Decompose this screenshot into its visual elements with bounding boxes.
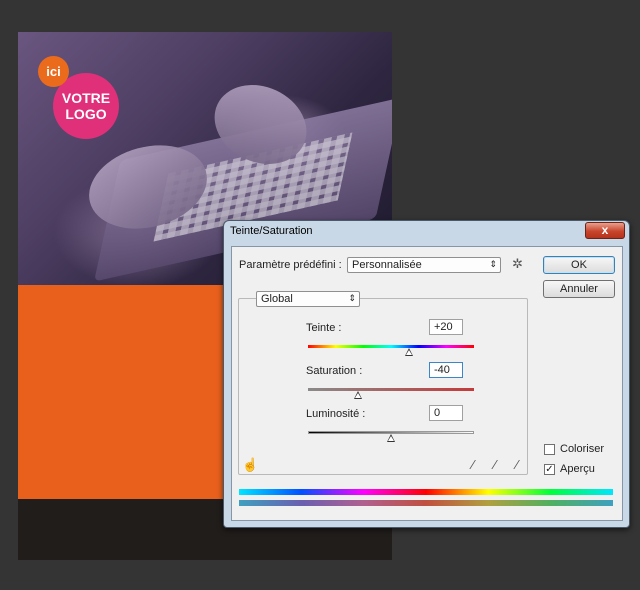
close-button[interactable]: x: [585, 222, 625, 239]
input-spectrum-bar: [239, 489, 613, 495]
hue-label: Teinte :: [306, 322, 342, 334]
preset-select[interactable]: Personnalisée ⇕: [347, 257, 501, 273]
preset-value: Personnalisée: [352, 259, 422, 271]
hue-input[interactable]: +20: [429, 319, 463, 335]
adjustment-group: [238, 298, 528, 475]
select-arrow-icon: ⇕: [348, 293, 356, 303]
eyedropper-plus-icon[interactable]: ⁄: [494, 458, 496, 472]
saturation-label: Saturation :: [306, 365, 363, 377]
hue-slider-track[interactable]: [308, 345, 474, 348]
eyedropper-icon[interactable]: ⁄: [472, 458, 474, 472]
colorize-label: Coloriser: [560, 443, 605, 455]
channel-value: Global: [261, 293, 293, 305]
lightness-label: Luminosité :: [306, 408, 366, 420]
hue-saturation-dialog: Teinte/Saturation x Paramètre prédéfini …: [223, 220, 630, 528]
hue-slider-thumb[interactable]: [405, 348, 414, 356]
logo-line-1: VOTRE: [61, 90, 111, 106]
lightness-input[interactable]: 0: [429, 405, 463, 421]
ok-button[interactable]: OK: [543, 256, 615, 274]
channel-select[interactable]: Global ⇕: [256, 291, 360, 307]
colorize-checkbox[interactable]: [544, 444, 555, 455]
dialog-title: Teinte/Saturation: [230, 225, 313, 237]
saturation-slider-track[interactable]: [308, 388, 474, 391]
cancel-button[interactable]: Annuler: [543, 280, 615, 298]
preset-label: Paramètre prédéfini :: [239, 259, 342, 271]
lightness-slider-thumb[interactable]: [387, 434, 395, 442]
gear-icon[interactable]: ✲: [512, 257, 523, 271]
dialog-body: Paramètre prédéfini : Personnalisée ⇕ ✲ …: [231, 246, 623, 521]
saturation-input[interactable]: -40: [429, 362, 463, 378]
logo-line-2: LOGO: [65, 106, 107, 122]
preview-label: Aperçu: [560, 463, 595, 475]
saturation-slider-thumb[interactable]: [353, 391, 362, 399]
preview-checkbox[interactable]: ✓: [544, 464, 555, 475]
ici-badge: ici: [38, 56, 69, 87]
hand-target-icon[interactable]: ☝: [242, 458, 258, 472]
dialog-titlebar[interactable]: Teinte/Saturation x: [224, 221, 629, 241]
select-arrow-icon: ⇕: [489, 259, 497, 269]
eyedropper-minus-icon[interactable]: ⁄: [516, 458, 518, 472]
output-spectrum-bar: [239, 500, 613, 506]
